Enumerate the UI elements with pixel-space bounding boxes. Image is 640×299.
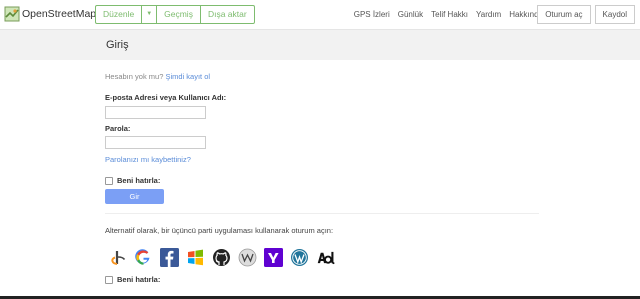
page-title-bar: Giriş xyxy=(0,30,640,60)
nav-diary[interactable]: Günlük xyxy=(398,10,423,19)
top-navigation: OpenStreetMap Düzenle ▼ Geçmiş Dışa akta… xyxy=(0,0,640,30)
google-icon[interactable] xyxy=(134,248,153,267)
wikipedia-icon[interactable] xyxy=(238,248,257,267)
remember-row: Beni hatırla: xyxy=(105,176,160,185)
signup-button[interactable]: Kaydol xyxy=(594,5,635,24)
page-title: Giriş xyxy=(106,39,129,51)
register-link[interactable]: Şimdi kayıt ol xyxy=(165,72,210,81)
alt-remember-label: Beni hatırla: xyxy=(117,275,161,284)
secondary-nav: GPS İzleri Günlük Telif Hakkı Yardım Hak… xyxy=(354,10,543,19)
yahoo-icon[interactable] xyxy=(264,248,283,267)
github-icon[interactable] xyxy=(212,248,231,267)
register-prompt: Hesabın yok mu? Şimdi kayıt ol xyxy=(105,72,210,81)
password-label: Parola: xyxy=(105,124,131,133)
alt-remember-row: Beni hatırla: xyxy=(105,275,160,284)
login-providers xyxy=(108,248,335,267)
login-button[interactable]: Oturum aç xyxy=(537,5,591,24)
no-account-text: Hesabın yok mu? xyxy=(105,72,164,81)
facebook-icon[interactable] xyxy=(160,248,179,267)
export-button[interactable]: Dışa aktar xyxy=(201,6,254,23)
auth-buttons: Oturum aç Kaydol xyxy=(537,5,635,24)
password-field[interactable] xyxy=(105,136,206,149)
edit-dropdown-chevron-icon[interactable]: ▼ xyxy=(142,6,158,23)
alt-remember-checkbox[interactable] xyxy=(105,275,113,284)
divider xyxy=(105,213,539,214)
nav-help[interactable]: Yardım xyxy=(476,10,501,19)
nav-copyright[interactable]: Telif Hakkı xyxy=(431,10,468,19)
alt-login-text: Alternatif olarak, bir üçüncü parti uygu… xyxy=(105,226,334,235)
wordpress-icon[interactable] xyxy=(290,248,309,267)
remember-label: Beni hatırla: xyxy=(117,176,161,185)
nav-gps-traces[interactable]: GPS İzleri xyxy=(354,10,390,19)
username-label: E-posta Adresi veya Kullanıcı Adı: xyxy=(105,93,227,102)
login-submit-button[interactable]: Gir xyxy=(105,189,164,204)
openid-icon[interactable] xyxy=(108,248,127,267)
edit-button[interactable]: Düzenle xyxy=(96,6,143,23)
remember-checkbox[interactable] xyxy=(105,176,113,185)
username-field[interactable] xyxy=(105,106,206,119)
aol-icon[interactable] xyxy=(316,248,335,267)
openstreetmap-logo-icon[interactable] xyxy=(4,6,20,22)
brand-name[interactable]: OpenStreetMap xyxy=(22,8,96,20)
edit-button-group: Düzenle ▼ Geçmiş Dışa aktar xyxy=(95,5,255,24)
windowslive-icon[interactable] xyxy=(186,248,205,267)
forgot-password-link[interactable]: Parolanızı mı kaybettiniz? xyxy=(105,155,191,164)
history-button[interactable]: Geçmiş xyxy=(157,6,201,23)
